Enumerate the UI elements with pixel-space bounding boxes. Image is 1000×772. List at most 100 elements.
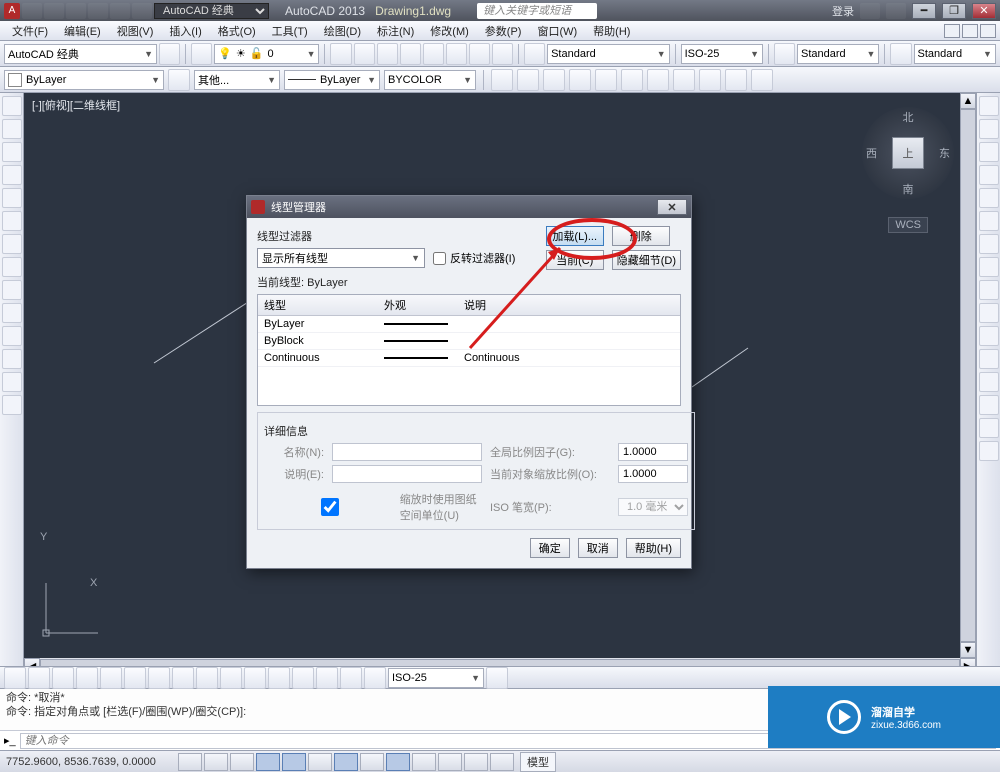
- table-icon[interactable]: [2, 326, 22, 346]
- layer-props-icon[interactable]: [191, 43, 212, 65]
- trim-icon[interactable]: [979, 303, 999, 323]
- d7-icon[interactable]: [148, 667, 170, 689]
- circle-icon[interactable]: [2, 142, 22, 162]
- tool7-icon[interactable]: [469, 43, 490, 65]
- current-button[interactable]: 当前(C): [546, 250, 604, 270]
- linetype-table[interactable]: 线型 外观 说明 ByLayer ByBlock ContinuousConti…: [257, 294, 681, 406]
- obj-field[interactable]: [618, 465, 688, 483]
- p8-icon[interactable]: [673, 69, 695, 91]
- dimstyle-combo[interactable]: ISO-25▼: [681, 44, 763, 64]
- stretch-icon[interactable]: [979, 280, 999, 300]
- d1-icon[interactable]: [4, 667, 26, 689]
- menu-tools[interactable]: 工具(T): [266, 21, 314, 41]
- dim-combo[interactable]: ISO-25▼: [388, 668, 484, 688]
- tool1-icon[interactable]: [330, 43, 351, 65]
- qat-redo-icon[interactable]: [110, 3, 130, 19]
- dialog-titlebar[interactable]: 线型管理器 ✕: [247, 196, 691, 218]
- workspace-select[interactable]: AutoCAD 经典: [154, 3, 269, 19]
- menu-format[interactable]: 格式(O): [212, 21, 262, 41]
- tool6-icon[interactable]: [446, 43, 467, 65]
- ducs-icon[interactable]: [360, 753, 384, 771]
- sc-icon[interactable]: [490, 753, 514, 771]
- osnap-icon[interactable]: [282, 753, 306, 771]
- d11-icon[interactable]: [244, 667, 266, 689]
- qp-icon[interactable]: [464, 753, 488, 771]
- menu-file[interactable]: 文件(F): [6, 21, 54, 41]
- ltype-combo[interactable]: ByLayer▼: [284, 70, 380, 90]
- coords[interactable]: 7752.9600, 8536.7639, 0.0000: [6, 756, 176, 768]
- p6-icon[interactable]: [621, 69, 643, 91]
- 3dosnap-icon[interactable]: [308, 753, 332, 771]
- p2-icon[interactable]: [517, 69, 539, 91]
- color-combo[interactable]: ByLayer▼: [4, 70, 164, 90]
- tablestyle-combo[interactable]: Standard▼: [797, 44, 879, 64]
- modelspace-button[interactable]: 模型: [520, 752, 556, 772]
- help-search[interactable]: 键入关键字或短语: [477, 3, 597, 19]
- copy-icon[interactable]: [979, 119, 999, 139]
- explode-icon[interactable]: [979, 441, 999, 461]
- break-icon[interactable]: [979, 349, 999, 369]
- viewcube-top[interactable]: 上: [892, 137, 924, 169]
- dyn-icon[interactable]: [386, 753, 410, 771]
- d13-icon[interactable]: [292, 667, 314, 689]
- scale-icon[interactable]: [979, 257, 999, 277]
- d15-icon[interactable]: [340, 667, 362, 689]
- filter-combo[interactable]: 显示所有线型▼: [257, 248, 425, 268]
- d8-icon[interactable]: [172, 667, 194, 689]
- wcs-badge[interactable]: WCS: [888, 217, 928, 233]
- d12-icon[interactable]: [268, 667, 290, 689]
- mdi-minimize-icon[interactable]: [944, 24, 960, 38]
- menu-dim[interactable]: 标注(N): [371, 21, 420, 41]
- mdi-restore-icon[interactable]: [962, 24, 978, 38]
- tool5-icon[interactable]: [423, 43, 444, 65]
- ellipse-icon[interactable]: [2, 211, 22, 231]
- join-icon[interactable]: [979, 372, 999, 392]
- global-field[interactable]: [618, 443, 688, 461]
- delete-button[interactable]: 删除: [612, 226, 670, 246]
- scroll-up-icon[interactable]: ▲: [960, 93, 976, 109]
- snap-icon[interactable]: [178, 753, 202, 771]
- erase-icon[interactable]: [979, 96, 999, 116]
- tool2-icon[interactable]: [354, 43, 375, 65]
- block-icon[interactable]: [2, 372, 22, 392]
- pline-icon[interactable]: [2, 119, 22, 139]
- array-icon[interactable]: [979, 188, 999, 208]
- p4-icon[interactable]: [569, 69, 591, 91]
- d10-icon[interactable]: [220, 667, 242, 689]
- window-minimize-icon[interactable]: ━: [912, 3, 936, 19]
- qat-open-icon[interactable]: [44, 3, 64, 19]
- scroll-down-icon[interactable]: ▼: [960, 642, 976, 658]
- region-icon[interactable]: [2, 303, 22, 323]
- tablestyle-icon[interactable]: [774, 43, 795, 65]
- textstyle-combo[interactable]: Standard▼: [547, 44, 670, 64]
- login-link[interactable]: 登录: [832, 3, 854, 19]
- ortho-icon[interactable]: [230, 753, 254, 771]
- menu-view[interactable]: 视图(V): [111, 21, 160, 41]
- dialog-close-icon[interactable]: ✕: [657, 199, 687, 215]
- gear-icon[interactable]: [159, 43, 180, 65]
- grid-icon[interactable]: [204, 753, 228, 771]
- textstyle-icon[interactable]: [524, 43, 545, 65]
- other-combo[interactable]: 其他...▼: [194, 70, 280, 90]
- d4-icon[interactable]: [76, 667, 98, 689]
- hide-details-button[interactable]: 隐藏细节(D): [612, 250, 681, 270]
- cancel-button[interactable]: 取消: [578, 538, 618, 558]
- p3-icon[interactable]: [543, 69, 565, 91]
- d16-icon[interactable]: [364, 667, 386, 689]
- menu-modify[interactable]: 修改(M): [424, 21, 475, 41]
- arc-icon[interactable]: [2, 165, 22, 185]
- extend-icon[interactable]: [979, 326, 999, 346]
- mdi-close-icon[interactable]: [980, 24, 996, 38]
- mleader-icon[interactable]: [890, 43, 911, 65]
- tool8-icon[interactable]: [492, 43, 513, 65]
- qat-undo-icon[interactable]: [88, 3, 108, 19]
- window-close-icon[interactable]: ✕: [972, 3, 996, 19]
- d5-icon[interactable]: [100, 667, 122, 689]
- tpy-icon[interactable]: [438, 753, 462, 771]
- workspace-combo[interactable]: AutoCAD 经典▼: [4, 44, 157, 64]
- d3-icon[interactable]: [52, 667, 74, 689]
- d6-icon[interactable]: [124, 667, 146, 689]
- table-row[interactable]: ContinuousContinuous: [258, 350, 680, 367]
- load-button[interactable]: 加载(L)...: [546, 226, 604, 246]
- line-icon[interactable]: [2, 96, 22, 116]
